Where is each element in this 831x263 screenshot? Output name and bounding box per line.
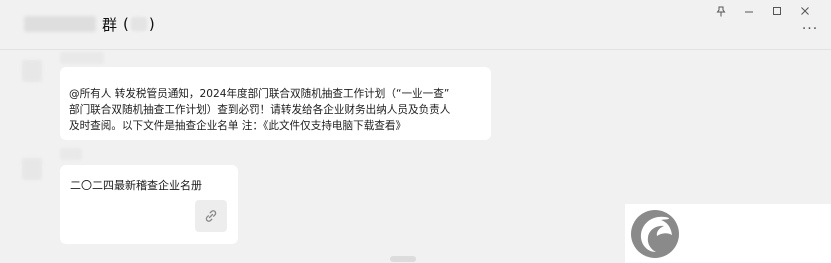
more-icon[interactable]: ···: [799, 21, 821, 37]
blurred-member-count: [130, 17, 147, 31]
link-card-title: 二〇二四最新稽查企业名册: [70, 179, 202, 192]
link-card[interactable]: 二〇二四最新稽查企业名册: [60, 165, 238, 244]
minimize-icon[interactable]: [735, 4, 763, 18]
sender-name: [60, 148, 82, 160]
message-bubble-text[interactable]: @所有人 转发税管员通知，2024年度部门联合双随机抽查工作计划（“一业一查” …: [60, 67, 491, 140]
chat-title: 群 ( ): [24, 13, 155, 35]
message-line: @所有人 转发税管员通知，2024年度部门联合双随机抽查工作计划（“一业一查”: [69, 88, 450, 100]
avatar[interactable]: [22, 60, 42, 82]
avatar[interactable]: [22, 158, 42, 180]
maximize-icon[interactable]: [763, 4, 791, 18]
link-icon[interactable]: [195, 200, 227, 232]
sender-name: [60, 52, 104, 64]
title-bar: 群 ( ) ···: [0, 0, 831, 50]
message-line: 及时查阅。以下文件是抽查企业名单 注：《此文件仅支持电脑下载查看》: [69, 120, 407, 132]
chat-title-close-paren: ): [148, 15, 155, 33]
pin-icon[interactable]: [707, 4, 735, 18]
chat-title-text: 群: [102, 15, 118, 34]
watermark: [625, 204, 831, 263]
window-controls: [707, 4, 819, 18]
blurred-group-name: [24, 16, 96, 32]
message-line: 部门联合双随机抽查工作计划）查到必罚！请转发给各企业财务出纳人员及负责人: [69, 104, 451, 116]
scroll-indicator: [390, 256, 416, 262]
watermark-logo: [631, 210, 679, 258]
close-icon[interactable]: [791, 4, 819, 18]
chat-title-open-paren: (: [123, 15, 129, 33]
